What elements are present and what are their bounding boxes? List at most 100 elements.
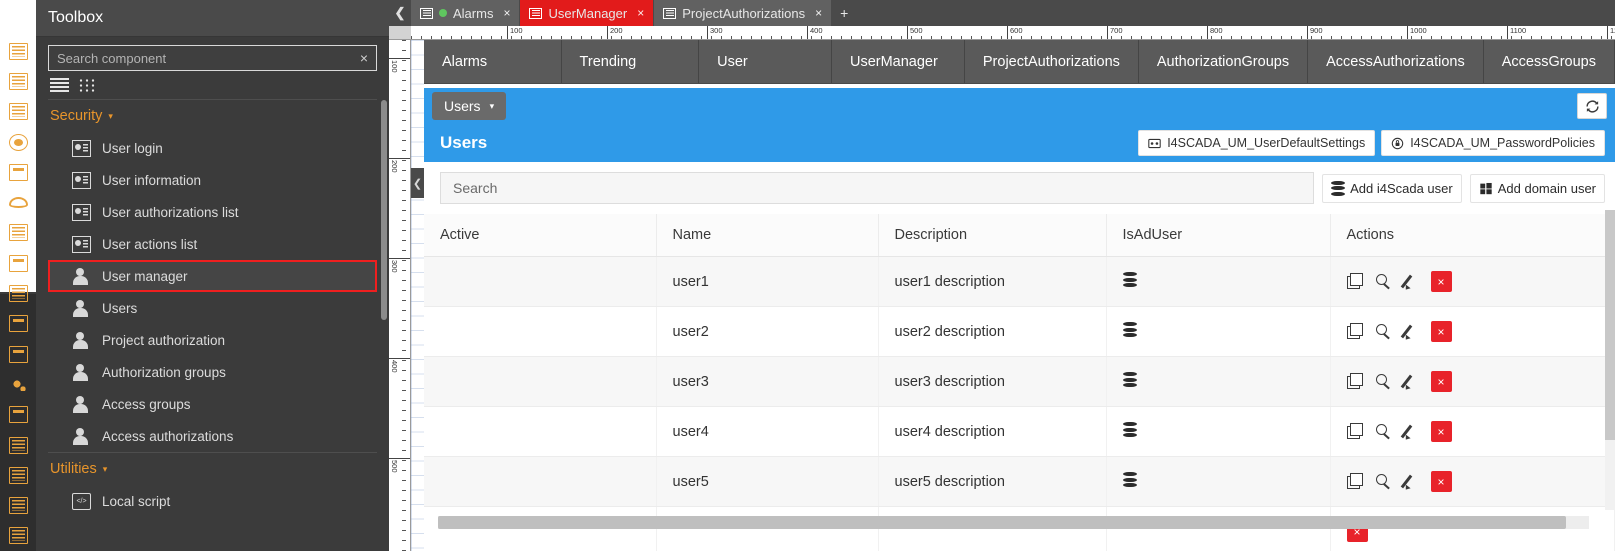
copy-icon[interactable] bbox=[1347, 423, 1364, 440]
group-header-utilities[interactable]: Utilities ▾ bbox=[48, 452, 377, 485]
edit-icon[interactable] bbox=[1403, 423, 1420, 440]
table-row[interactable]: user3 user3 description × bbox=[424, 357, 1615, 407]
nav-item-accessgroups[interactable]: AccessGroups bbox=[1484, 40, 1615, 83]
toolbox-item-local-script[interactable]: Local script bbox=[48, 485, 377, 517]
edit-icon[interactable] bbox=[1403, 273, 1420, 290]
toolbox-item-project-authorization[interactable]: Project authorization bbox=[48, 324, 377, 356]
search-input[interactable] bbox=[49, 51, 352, 66]
table-row[interactable]: user5 user5 description × bbox=[424, 457, 1615, 507]
search-icon[interactable] bbox=[1375, 373, 1392, 390]
search-icon[interactable] bbox=[1375, 323, 1392, 340]
edit-icon[interactable] bbox=[1403, 323, 1420, 340]
delete-button[interactable]: × bbox=[1431, 321, 1452, 342]
search-icon[interactable] bbox=[1375, 473, 1392, 490]
database-icon bbox=[1123, 372, 1137, 387]
edit-icon[interactable] bbox=[1403, 473, 1420, 490]
table-row[interactable]: user2 user2 description × bbox=[424, 307, 1615, 357]
table-search-input[interactable] bbox=[453, 180, 1313, 196]
lock-icon bbox=[9, 134, 28, 151]
delete-button[interactable]: × bbox=[1431, 471, 1452, 492]
toolbox-item-user-manager[interactable]: User manager bbox=[48, 260, 377, 292]
user-default-settings-button[interactable]: I4SCADA_UM_UserDefaultSettings bbox=[1138, 130, 1375, 156]
copy-icon[interactable] bbox=[1347, 373, 1364, 390]
nav-item-user[interactable]: User bbox=[699, 40, 832, 83]
toolbox-item-access-groups[interactable]: Access groups bbox=[48, 388, 377, 420]
gears-rail-icon[interactable] bbox=[0, 369, 36, 399]
grid-view-icon[interactable] bbox=[78, 78, 95, 93]
column-header-active[interactable]: Active bbox=[424, 214, 656, 257]
group-header-security[interactable]: Security ▾ bbox=[48, 99, 377, 132]
column-header-description[interactable]: Description bbox=[878, 214, 1106, 257]
nav-label: AccessAuthorizations bbox=[1326, 54, 1465, 70]
column-header-actions[interactable]: Actions bbox=[1330, 214, 1615, 257]
nav-item-projectauthorizations[interactable]: ProjectAuthorizations bbox=[965, 40, 1139, 83]
search-icon[interactable] bbox=[1375, 423, 1392, 440]
copy-icon[interactable] bbox=[1347, 273, 1364, 290]
column-header-isaduser[interactable]: IsAdUser bbox=[1106, 214, 1330, 257]
window-rail-icon[interactable] bbox=[0, 309, 36, 339]
panel-collapse-handle[interactable]: ❮ bbox=[411, 168, 424, 198]
toolbox-item-users[interactable]: Users bbox=[48, 292, 377, 324]
cell-actions: × bbox=[1330, 307, 1615, 357]
film-rail-icon[interactable] bbox=[0, 490, 36, 520]
eye-icon bbox=[9, 194, 28, 211]
toolbox-rail-icon[interactable] bbox=[0, 0, 36, 36]
table-horizontal-scrollbar[interactable] bbox=[438, 516, 1589, 529]
nav-label: AuthorizationGroups bbox=[1157, 54, 1289, 70]
ruler-mark: 900 bbox=[1310, 26, 1323, 35]
nav-item-usermanager[interactable]: UserManager bbox=[832, 40, 965, 83]
scrollbar-thumb[interactable] bbox=[1605, 210, 1615, 440]
delete-button[interactable]: × bbox=[1431, 421, 1452, 442]
close-icon[interactable]: × bbox=[637, 6, 644, 20]
refresh-button[interactable] bbox=[1577, 93, 1607, 119]
users-dropdown-button[interactable]: Users ▾ bbox=[432, 92, 506, 120]
design-canvas[interactable]: ❮ Alarms Trending User UserManager Proje… bbox=[411, 40, 1615, 551]
toolbox-item-user-information[interactable]: User information bbox=[48, 164, 377, 196]
toolbox-item-user-login[interactable]: User login bbox=[48, 132, 377, 164]
list-view-icon[interactable] bbox=[50, 78, 69, 93]
copy-icon[interactable] bbox=[1347, 473, 1364, 490]
nav-item-accessauthorizations[interactable]: AccessAuthorizations bbox=[1308, 40, 1484, 83]
toolbox-item-user-actions-list[interactable]: User actions list bbox=[48, 228, 377, 260]
add-domain-user-button[interactable]: Add domain user bbox=[1470, 174, 1605, 203]
tab-usermanager[interactable]: UserManager × bbox=[520, 0, 653, 26]
component-search[interactable]: × bbox=[48, 45, 377, 71]
toolbox-scrollbar[interactable] bbox=[381, 100, 387, 320]
toolbox-item-user-authorizations-list[interactable]: User authorizations list bbox=[48, 196, 377, 228]
clear-search-icon[interactable]: × bbox=[352, 50, 376, 66]
scrollbar-thumb[interactable] bbox=[438, 516, 1566, 529]
close-icon[interactable]: × bbox=[503, 6, 510, 20]
link-rail-icon[interactable] bbox=[0, 339, 36, 369]
cell-active bbox=[424, 407, 656, 457]
nav-item-authorizationgroups[interactable]: AuthorizationGroups bbox=[1139, 40, 1308, 83]
tab-alarms[interactable]: Alarms × bbox=[411, 0, 519, 26]
server-rail-icon[interactable] bbox=[0, 460, 36, 490]
delete-button[interactable]: × bbox=[1431, 371, 1452, 392]
toolbox-item-access-authorizations[interactable]: Access authorizations bbox=[48, 420, 377, 452]
table-vertical-scrollbar[interactable] bbox=[1605, 210, 1615, 510]
ruler-mark: 400 bbox=[810, 26, 823, 35]
table-row[interactable]: user4 user4 description × bbox=[424, 407, 1615, 457]
tab-scroll-left-icon[interactable]: ❮ bbox=[389, 0, 411, 26]
add-i4scada-user-button[interactable]: Add i4Scada user bbox=[1322, 174, 1462, 203]
table-search[interactable] bbox=[440, 172, 1314, 204]
vruler-mark: 300 bbox=[390, 260, 399, 273]
new-tab-button[interactable]: + bbox=[832, 0, 856, 26]
column-header-name[interactable]: Name bbox=[656, 214, 878, 257]
delete-button[interactable]: × bbox=[1431, 271, 1452, 292]
grid-rail-icon[interactable] bbox=[0, 521, 36, 551]
database-rail-icon[interactable] bbox=[0, 430, 36, 460]
toolbar-rail-icon[interactable] bbox=[0, 400, 36, 430]
nav-item-trending[interactable]: Trending bbox=[562, 40, 700, 83]
page-icon bbox=[420, 8, 433, 19]
password-policies-button[interactable]: I4SCADA_UM_PasswordPolicies bbox=[1381, 130, 1605, 156]
nav-item-alarms[interactable]: Alarms bbox=[424, 40, 562, 83]
edit-icon[interactable] bbox=[1403, 373, 1420, 390]
toolbox-item-authorization-groups[interactable]: Authorization groups bbox=[48, 356, 377, 388]
close-icon[interactable]: × bbox=[815, 6, 822, 20]
table-row[interactable]: user1 user1 description × bbox=[424, 257, 1615, 307]
search-icon[interactable] bbox=[1375, 273, 1392, 290]
tab-projectauthorizations[interactable]: ProjectAuthorizations × bbox=[654, 0, 831, 26]
copy-icon[interactable] bbox=[1347, 323, 1364, 340]
button-label: I4SCADA_UM_UserDefaultSettings bbox=[1167, 136, 1365, 150]
